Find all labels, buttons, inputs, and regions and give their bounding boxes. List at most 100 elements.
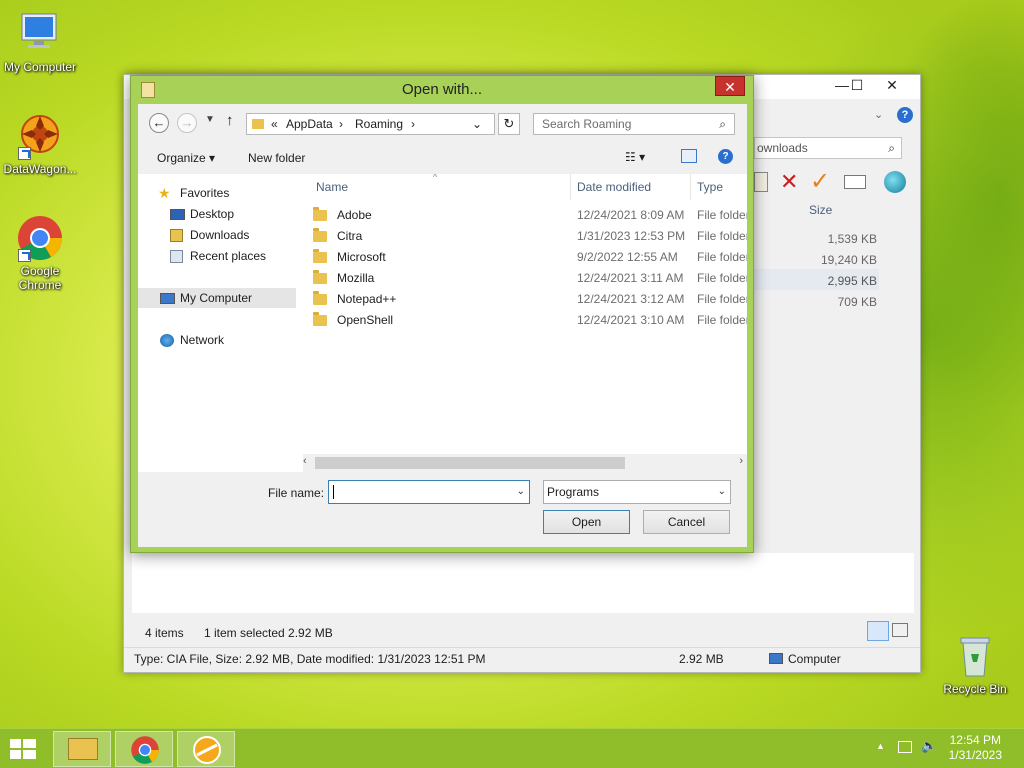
desktop-icon-label: Recycle Bin (943, 682, 1007, 696)
recent-locations-chevron-icon[interactable]: ▼ (205, 114, 215, 125)
large-icons-view-icon[interactable] (892, 623, 908, 637)
shortcut-arrow-icon (18, 147, 31, 160)
scroll-left-arrow-icon[interactable]: ‹ (303, 455, 307, 467)
file-row[interactable]: Mozilla 12/24/2021 3:11 AM File folder (303, 268, 747, 289)
monitor-icon (16, 10, 64, 58)
cancel-button[interactable]: Cancel (643, 510, 730, 534)
preview-pane-icon[interactable] (681, 149, 697, 163)
desktop-icon-google-chrome[interactable]: Google Chrome (0, 214, 80, 292)
navigation-pane[interactable]: ★ Favorites Desktop Downloads Recent pla… (138, 174, 303, 472)
column-header-name[interactable]: Name (316, 180, 348, 194)
volume-icon[interactable]: 🔈 (921, 738, 937, 754)
status-bar: 4 items 1 item selected 2.92 MB (132, 621, 914, 643)
new-folder-button[interactable]: New folder (248, 151, 305, 165)
scroll-right-arrow-icon[interactable]: › (739, 455, 743, 467)
breadcrumb-appdata[interactable]: AppData (286, 114, 333, 134)
nav-my-computer-label: My Computer (180, 291, 253, 305)
desktop-icon-my-computer[interactable]: My Computer (0, 10, 80, 74)
file-date: 12/24/2021 8:09 AM (577, 208, 685, 222)
details-view-icon[interactable] (867, 621, 889, 641)
file-name-input[interactable]: ⌄ (328, 480, 530, 504)
view-options-icon[interactable]: ☷ ▾ (625, 150, 645, 164)
file-date: 12/24/2021 3:11 AM (577, 271, 684, 285)
file-type: File folder (697, 208, 747, 222)
nav-my-computer[interactable]: My Computer (138, 288, 296, 308)
search-input[interactable]: Search Roaming ⌕ (533, 113, 735, 135)
tray-show-hidden-icon[interactable]: ▲ (876, 741, 885, 751)
desktop-icon-recycle-bin[interactable]: Recycle Bin (935, 632, 1015, 696)
nav-downloads[interactable]: Downloads (138, 225, 296, 245)
file-name-label: File name: (268, 486, 325, 500)
column-separator (690, 174, 691, 200)
chevron-down-icon[interactable]: ⌄ (874, 108, 883, 121)
file-type-select[interactable]: Programs ⌄ (543, 480, 731, 504)
horizontal-scrollbar[interactable]: ‹ › (303, 454, 747, 472)
clock[interactable]: 12:54 PM 1/31/2023 (949, 733, 1002, 763)
maximize-button[interactable]: ☐ (842, 75, 872, 95)
clipboard-icon[interactable] (754, 172, 768, 192)
file-name: Mozilla (337, 271, 375, 285)
column-header-date[interactable]: Date modified (577, 180, 651, 194)
background-search-box[interactable]: ownloads ⌕ (754, 137, 902, 159)
chevron-down-icon[interactable]: ⌄ (718, 481, 726, 503)
address-dropdown-icon[interactable]: ⌄ (472, 114, 482, 134)
file-row[interactable]: Citra 1/31/2023 12:53 PM File folder (303, 226, 747, 247)
delete-x-icon[interactable]: ✕ (780, 169, 798, 195)
file-row[interactable]: Notepad++ 12/24/2021 3:12 AM File folder (303, 289, 747, 310)
dialog-close-button[interactable]: ✕ (715, 76, 745, 96)
desktop-icon-label: DataWagon... (3, 162, 77, 176)
organize-menu[interactable]: Organize ▾ (157, 151, 215, 165)
breadcrumb-roaming[interactable]: Roaming (355, 114, 403, 134)
nav-favorites[interactable]: ★ Favorites (138, 183, 296, 203)
breadcrumb-overflow[interactable]: « (271, 114, 278, 134)
file-list[interactable]: ^ Name Date modified Type Adobe 12/24/20… (303, 174, 747, 472)
back-button[interactable]: ← (149, 113, 169, 133)
address-bar[interactable]: « AppData › Roaming › ⌄ (246, 113, 495, 135)
search-icon: ⌕ (719, 117, 726, 131)
computer-icon (160, 293, 175, 304)
folder-icon (313, 228, 327, 242)
details-size: 2.92 MB (679, 652, 724, 666)
network-tray-icon[interactable] (898, 741, 912, 753)
shell-icon[interactable] (884, 171, 906, 193)
file-name: OpenShell (337, 313, 394, 327)
desktop-icon-datawagon[interactable]: DataWagon... (0, 112, 80, 176)
taskbar-citra[interactable] (177, 731, 235, 767)
file-row[interactable]: OpenShell 12/24/2021 3:10 AM File folder (303, 310, 747, 331)
datawagon-icon (16, 112, 64, 160)
open-with-dialog[interactable]: Open with... ✕ ← → ▼ ↑ « AppData › Roami… (130, 75, 754, 553)
file-row[interactable]: Microsoft 9/2/2022 12:55 AM File folder (303, 247, 747, 268)
rename-icon[interactable] (844, 175, 866, 189)
scrollbar-thumb[interactable] (315, 457, 625, 469)
file-date: 12/24/2021 3:12 AM (577, 292, 685, 306)
start-button[interactable] (8, 737, 38, 761)
taskbar-chrome[interactable] (115, 731, 173, 767)
refresh-button[interactable]: ↻ (498, 113, 520, 135)
column-header-type[interactable]: Type (697, 180, 723, 194)
dialog-titlebar[interactable]: Open with... ✕ (131, 76, 753, 104)
nav-recent-places[interactable]: Recent places (138, 246, 296, 266)
file-type: File folder (697, 229, 747, 243)
file-type: File folder (697, 292, 747, 306)
forward-button[interactable]: → (177, 113, 197, 133)
taskbar-file-explorer[interactable] (53, 731, 111, 767)
folder-icon (313, 249, 327, 263)
close-button[interactable]: ✕ (877, 75, 907, 95)
clock-time: 12:54 PM (949, 733, 1001, 747)
file-date: 12/24/2021 3:10 AM (577, 313, 685, 327)
checkmark-icon[interactable]: ✓ (810, 167, 830, 196)
help-icon[interactable]: ? (897, 107, 913, 123)
column-separator (570, 174, 571, 200)
nav-downloads-label: Downloads (190, 228, 250, 242)
chevron-down-icon[interactable]: ⌄ (517, 481, 525, 503)
up-button[interactable]: ↑ (226, 112, 234, 129)
size-column-header[interactable]: Size (809, 203, 832, 217)
file-row[interactable]: Adobe 12/24/2021 8:09 AM File folder (303, 205, 747, 226)
file-type: File folder (697, 250, 747, 264)
nav-desktop[interactable]: Desktop (138, 204, 296, 224)
nav-network[interactable]: Network (138, 330, 296, 350)
open-button[interactable]: Open (543, 510, 630, 534)
taskbar: ▲ 🔈 12:54 PM 1/31/2023 (0, 728, 1024, 768)
help-icon[interactable]: ? (718, 149, 733, 164)
file-name: Notepad++ (337, 292, 397, 306)
